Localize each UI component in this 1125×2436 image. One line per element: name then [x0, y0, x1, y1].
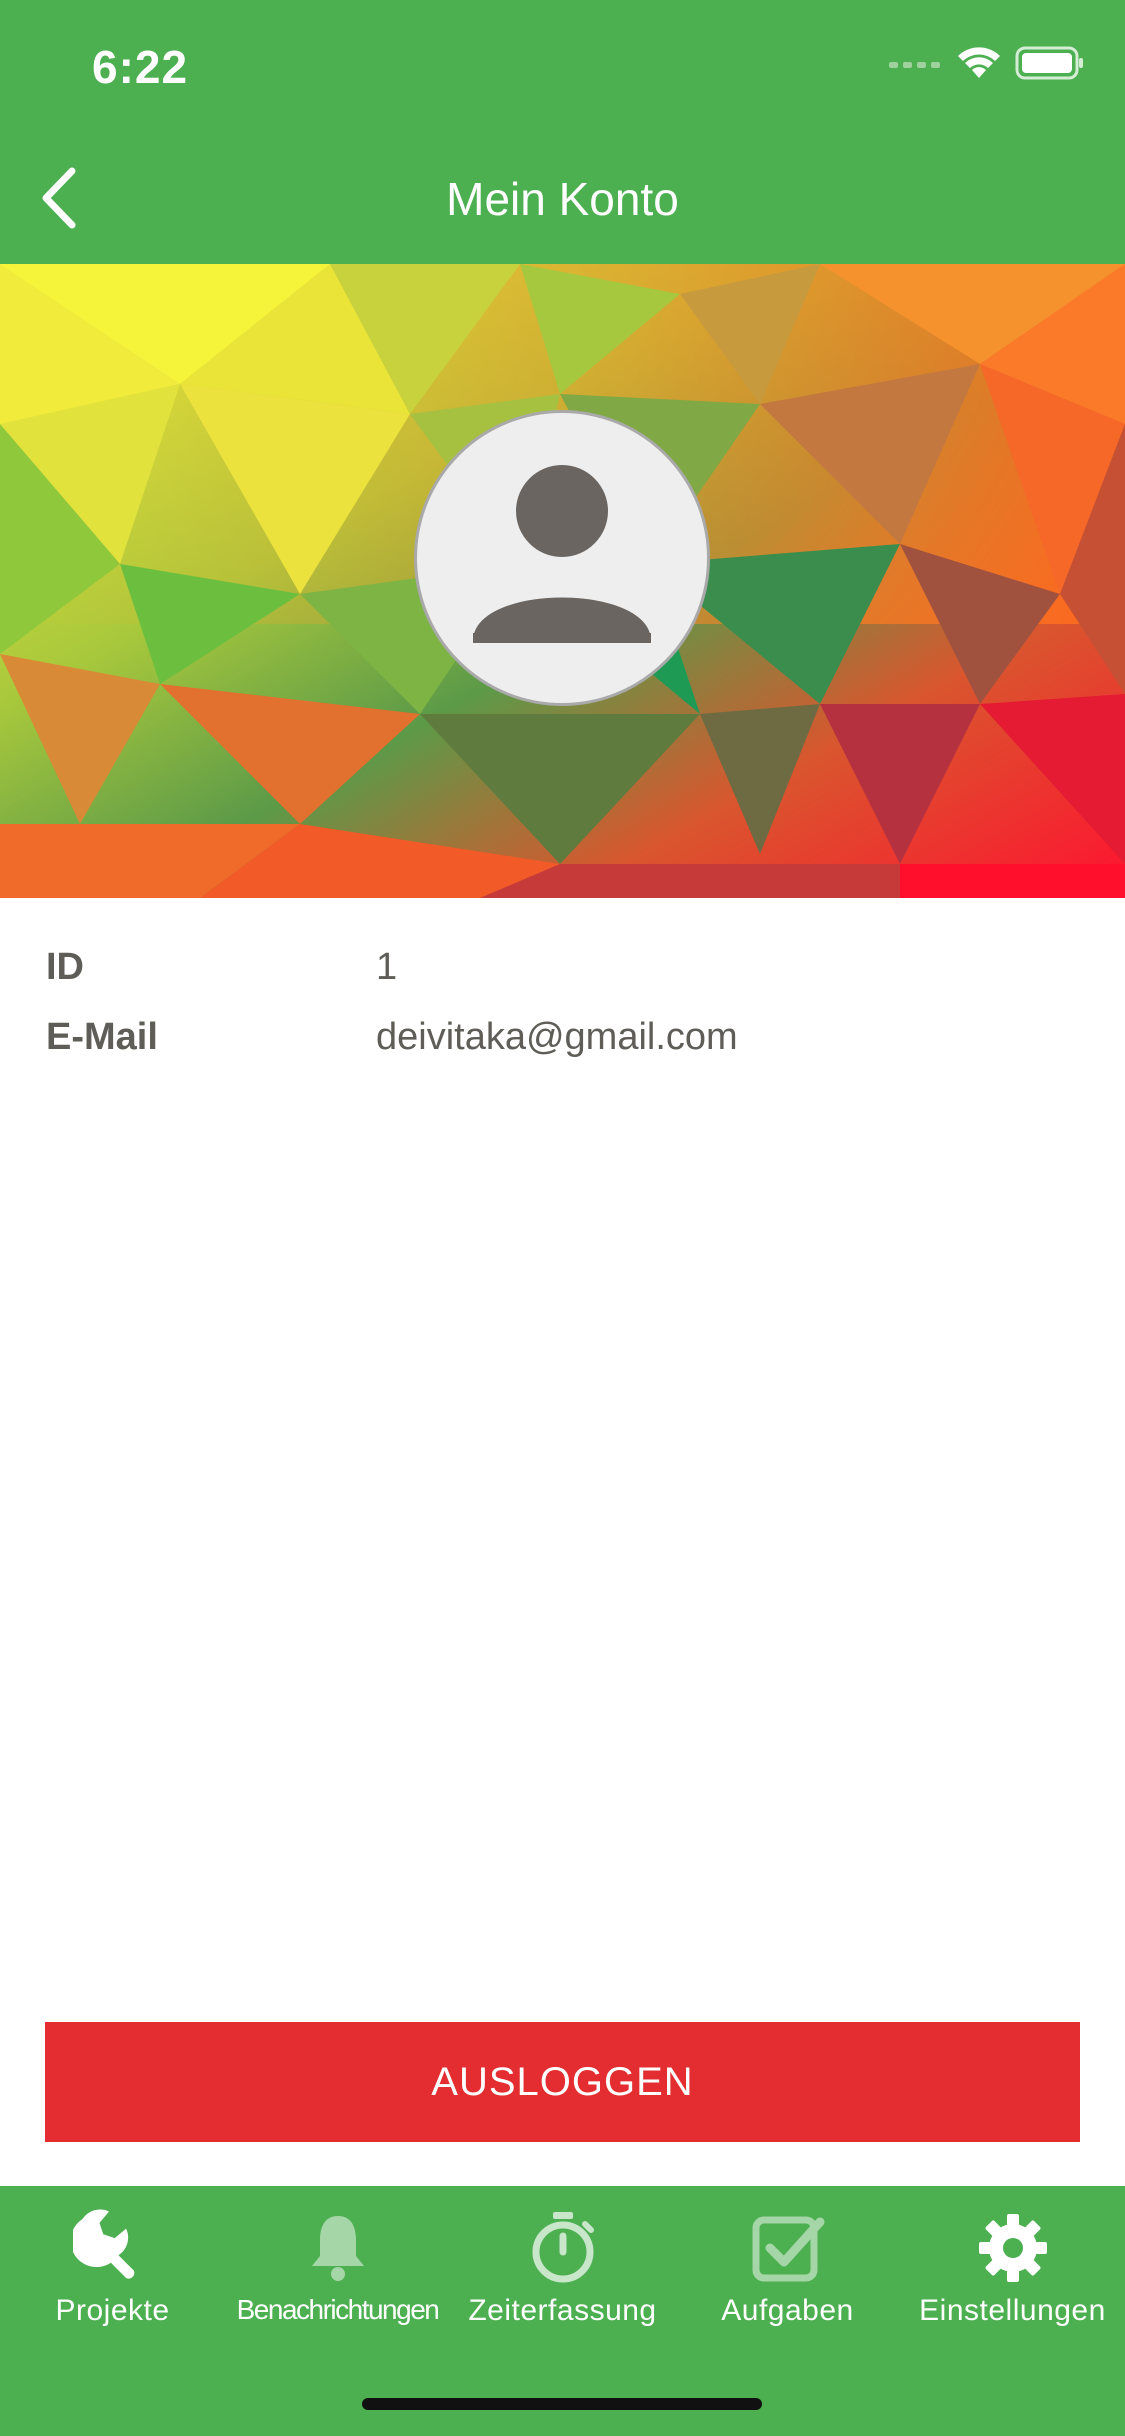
- tab-label: Zeiterfassung: [468, 2294, 657, 2327]
- gear-icon: [978, 2214, 1047, 2282]
- checkbox-icon: [752, 2216, 824, 2282]
- tab-projekte[interactable]: Projekte: [0, 2186, 225, 2346]
- tab-aufgaben[interactable]: Aufgaben: [675, 2186, 900, 2346]
- info-value: 1: [376, 946, 398, 988]
- tab-label: Aufgaben: [721, 2294, 854, 2327]
- status-bar: 6:22: [0, 0, 1125, 132]
- wifi-icon: [958, 47, 1000, 78]
- tab-label: Projekte: [55, 2294, 170, 2327]
- stopwatch-icon: [532, 2212, 594, 2283]
- home-indicator[interactable]: [362, 2398, 762, 2410]
- bell-icon: [311, 2216, 364, 2281]
- page-title: Mein Konto: [446, 173, 679, 225]
- navigation-bar: Mein Konto: [0, 132, 1125, 264]
- battery-icon: [1015, 46, 1083, 80]
- logout-button[interactable]: AUSLOGGEN: [45, 2022, 1080, 2142]
- cellular-signal-icon: [889, 62, 940, 68]
- tab-benachrichtungen[interactable]: Benachrichtungen: [225, 2186, 450, 2346]
- user-placeholder-icon: [473, 465, 651, 643]
- tab-einstellungen[interactable]: Einstellungen: [900, 2186, 1125, 2346]
- info-label: E-Mail: [46, 1016, 158, 1058]
- info-label: ID: [46, 946, 84, 988]
- tab-zeiterfassung[interactable]: Zeiterfassung: [450, 2186, 675, 2346]
- tab-label: Einstellungen: [919, 2294, 1106, 2327]
- status-time: 6:22: [92, 41, 189, 93]
- avatar[interactable]: [414, 410, 710, 706]
- tab-label: Benachrichtungen: [236, 2294, 440, 2325]
- wrench-icon: [72, 2209, 134, 2279]
- info-value: deivitaka@gmail.com: [376, 1016, 738, 1058]
- status-icons: [889, 46, 1085, 80]
